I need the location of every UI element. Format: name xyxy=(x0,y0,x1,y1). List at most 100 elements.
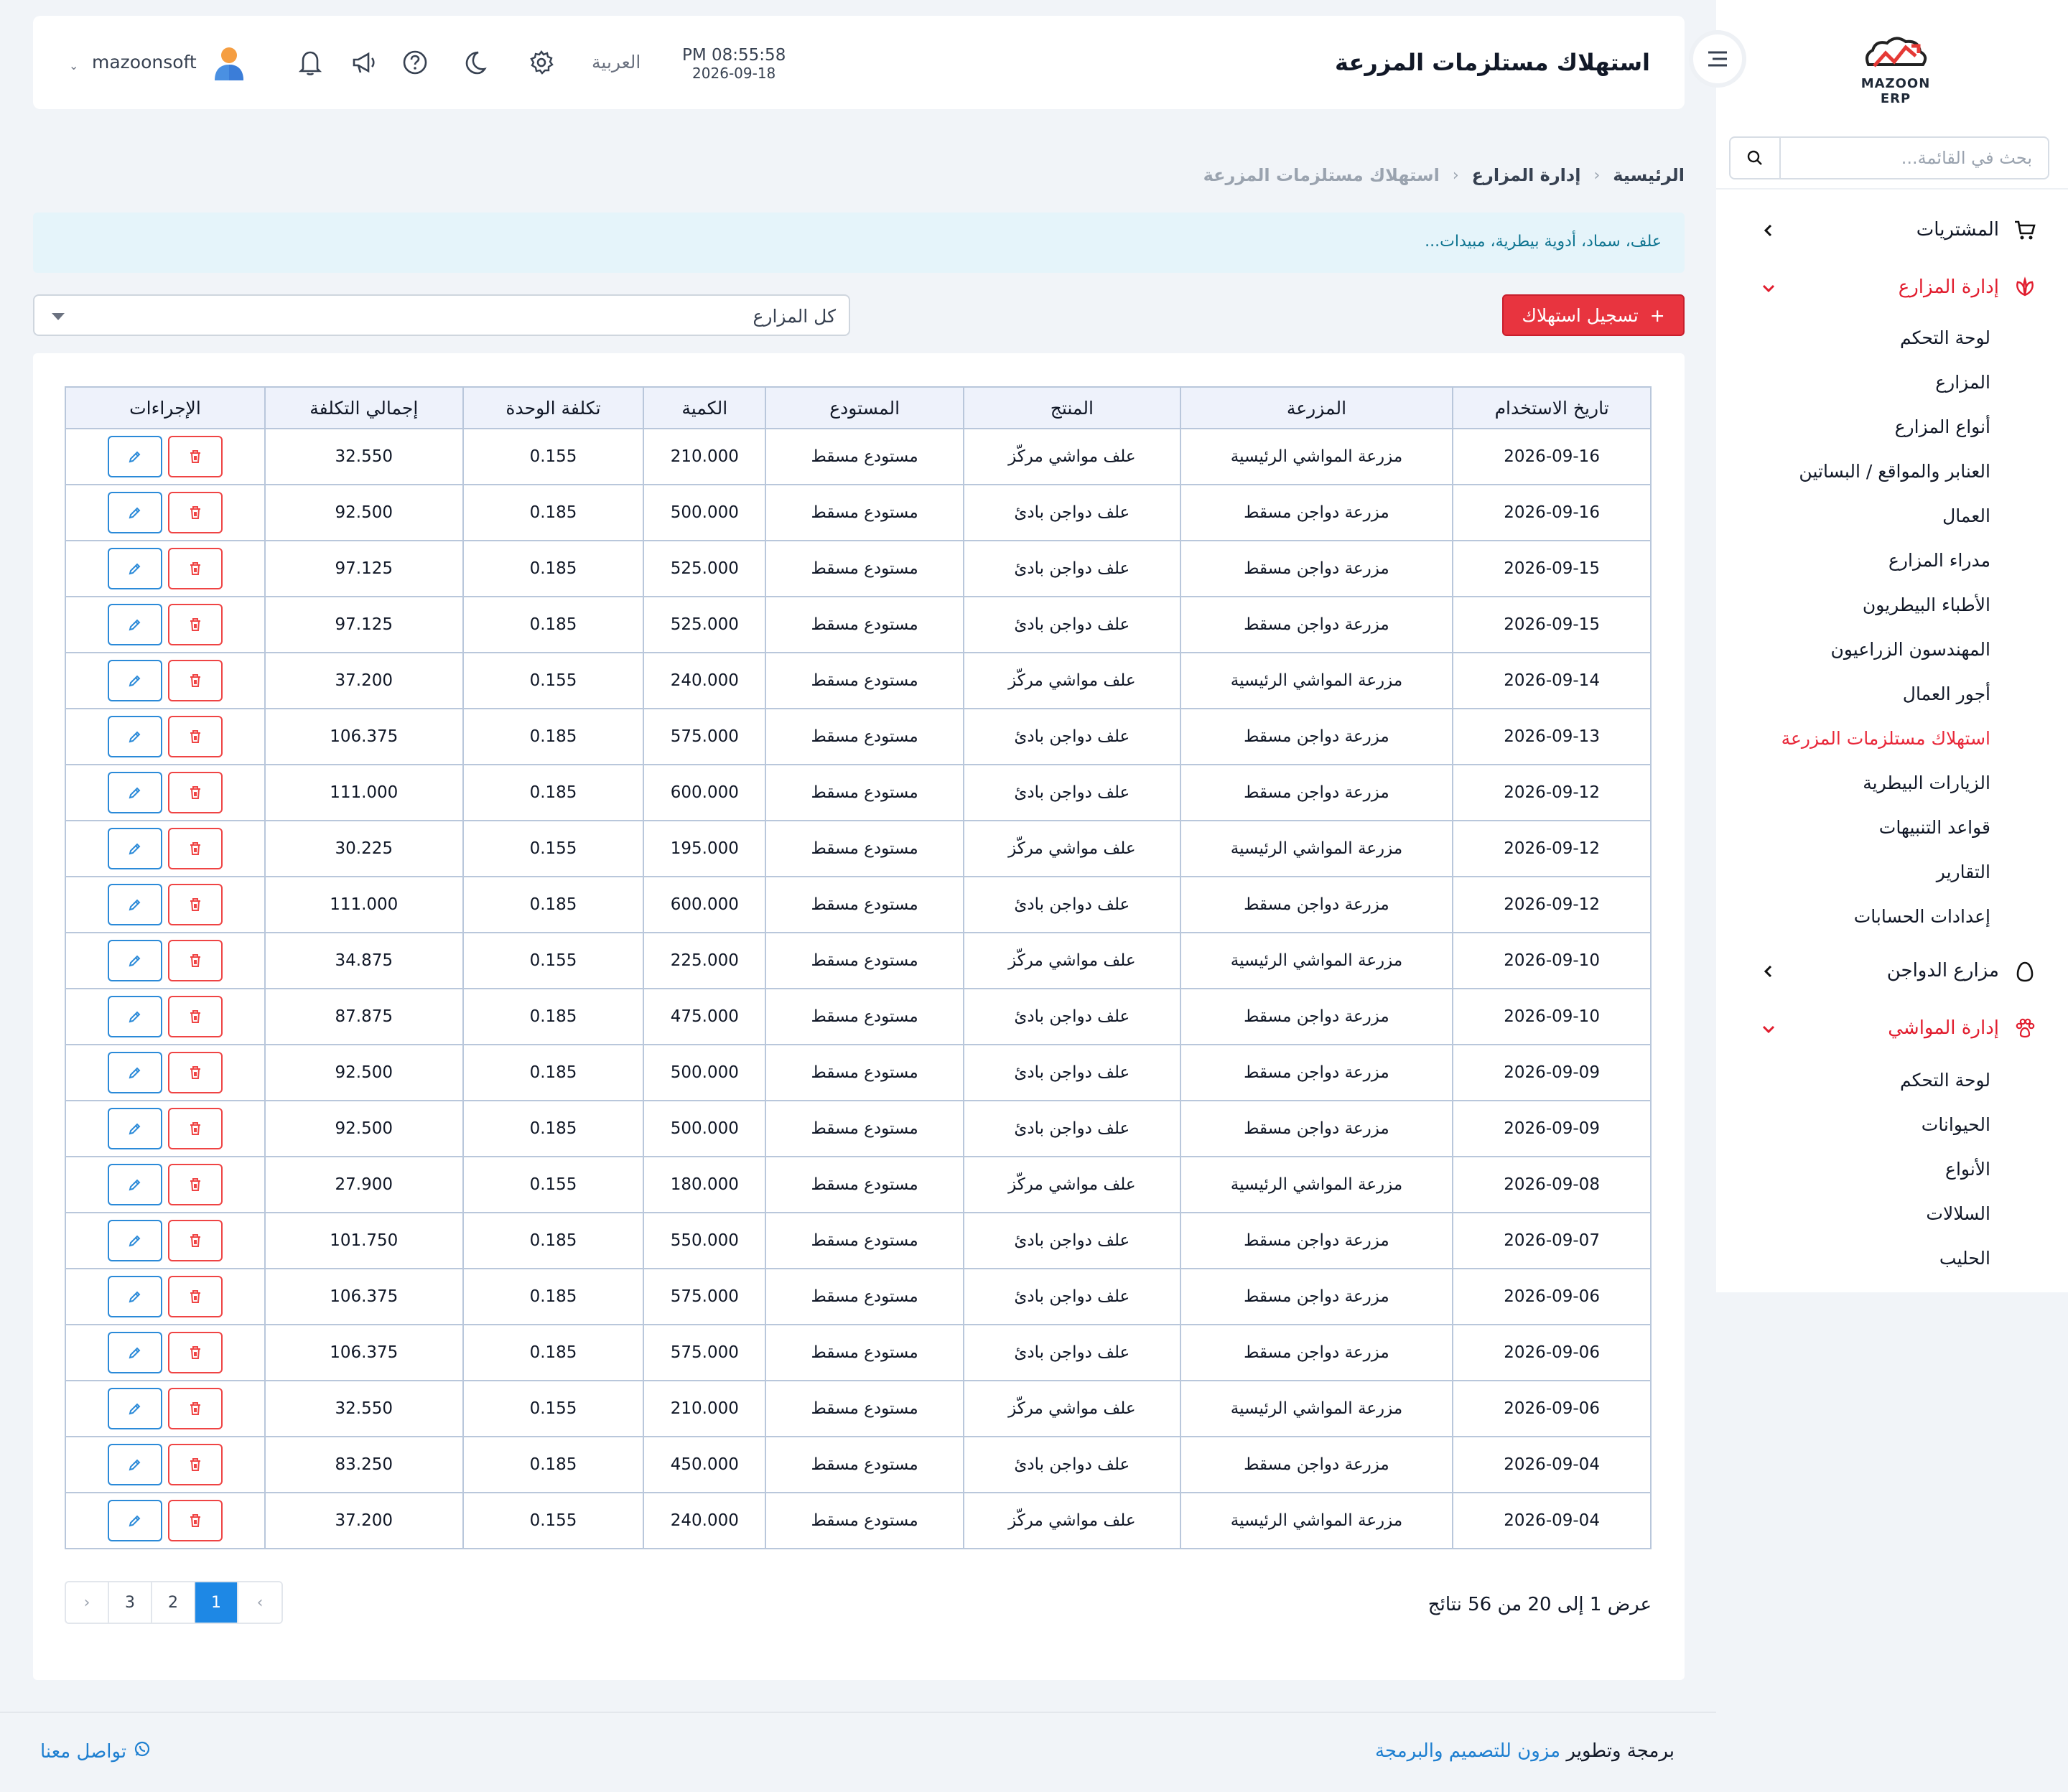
edit-button[interactable] xyxy=(107,996,162,1037)
brand-logo[interactable]: MAZOON ERP xyxy=(1853,33,1939,106)
clock-date: 2026-09-18 xyxy=(692,65,776,82)
sidebar-item-alert-rules[interactable]: قواعد التنبيهات xyxy=(1879,817,1990,838)
edit-button[interactable] xyxy=(107,660,162,701)
edit-button[interactable] xyxy=(107,1444,162,1485)
delete-button[interactable] xyxy=(167,716,223,757)
delete-button[interactable] xyxy=(167,1108,223,1149)
language-switch[interactable]: العربية xyxy=(592,52,641,73)
user-avatar[interactable] xyxy=(211,45,247,82)
edit-button[interactable] xyxy=(107,1276,162,1317)
sidebar-item-account-settings[interactable]: إعدادات الحسابات xyxy=(1854,906,1990,927)
delete-button[interactable] xyxy=(167,996,223,1037)
col-farm[interactable]: المزرعة xyxy=(1179,386,1454,429)
sidebar-item-supplies-consumption[interactable]: استهلاك مستلزمات المزرعة xyxy=(1781,728,1990,749)
page-2-button[interactable]: 2 xyxy=(152,1582,195,1623)
edit-button[interactable] xyxy=(107,1500,162,1541)
page-1-button[interactable]: 1 xyxy=(195,1582,238,1623)
delete-button[interactable] xyxy=(167,772,223,813)
username[interactable]: mazoonsoft xyxy=(92,52,197,73)
add-consumption-button[interactable]: + تسجيل استهلاك xyxy=(1502,294,1685,336)
edit-button[interactable] xyxy=(107,1332,162,1373)
contact-us-link[interactable]: تواصل معنا xyxy=(40,1740,151,1763)
edit-button[interactable] xyxy=(107,1164,162,1205)
edit-button[interactable] xyxy=(107,436,162,477)
edit-button[interactable] xyxy=(107,940,162,981)
edit-button[interactable] xyxy=(107,884,162,925)
delete-button[interactable] xyxy=(167,828,223,869)
sidebar-item-livestock-dashboard[interactable]: لوحة التحكم xyxy=(1900,1070,1990,1091)
sidebar-item-farm-dashboard[interactable]: لوحة التحكم xyxy=(1900,327,1990,348)
delete-button[interactable] xyxy=(167,436,223,477)
sidebar-item-milk[interactable]: الحليب xyxy=(1939,1248,1990,1269)
col-total-cost[interactable]: إجمالي التكلفة xyxy=(264,386,464,429)
chevron-down-icon[interactable]: ⌄ xyxy=(69,59,78,73)
pagination-prev[interactable]: ‹ xyxy=(238,1582,281,1623)
delete-button[interactable] xyxy=(167,1276,223,1317)
delete-button[interactable] xyxy=(167,1388,223,1429)
cell-quantity: 450.000 xyxy=(643,1436,767,1493)
sidebar-item-farm-types[interactable]: أنواع المزارع xyxy=(1895,416,1990,437)
delete-button[interactable] xyxy=(167,1500,223,1541)
cell-unit-cost: 0.185 xyxy=(462,988,645,1045)
edit-button[interactable] xyxy=(107,492,162,533)
sidebar-item-agronomists[interactable]: المهندسون الزراعيون xyxy=(1831,639,1991,660)
nav-group-farm-management[interactable]: إدارة المزارع xyxy=(1716,266,2068,309)
edit-button[interactable] xyxy=(107,1220,162,1261)
dark-mode-moon-icon[interactable] xyxy=(460,48,488,77)
delete-button[interactable] xyxy=(167,492,223,533)
delete-button[interactable] xyxy=(167,604,223,645)
sidebar-toggle-button[interactable] xyxy=(1689,30,1746,88)
sidebar-item-veterinarians[interactable]: الأطباء البيطريون xyxy=(1863,594,1990,615)
edit-button[interactable] xyxy=(107,716,162,757)
col-warehouse[interactable]: المستودع xyxy=(765,386,964,429)
menu-search-input[interactable] xyxy=(1781,138,2048,178)
col-unit-cost[interactable]: تكلفة الوحدة xyxy=(462,386,645,429)
sidebar-item-farms[interactable]: المزارع xyxy=(1935,372,1990,393)
sidebar-item-farm-managers[interactable]: مدراء المزارع xyxy=(1888,550,1990,571)
delete-button[interactable] xyxy=(167,884,223,925)
nav-group-poultry-farms[interactable]: مزارع الدواجن xyxy=(1716,949,2068,992)
page-3-button[interactable]: 3 xyxy=(109,1582,152,1623)
breadcrumb-home[interactable]: الرئيسية xyxy=(1613,165,1685,185)
sidebar-item-breeds[interactable]: السلالات xyxy=(1926,1203,1990,1224)
cell-usage-date: 2026-09-06 xyxy=(1452,1268,1652,1325)
farm-filter-select[interactable]: كل المزارع xyxy=(33,294,850,336)
nav-group-purchases[interactable]: المشتريات xyxy=(1716,208,2068,251)
delete-button[interactable] xyxy=(167,1332,223,1373)
sidebar-item-reports[interactable]: التقارير xyxy=(1937,862,1990,882)
menu-search[interactable] xyxy=(1729,136,2049,179)
delete-button[interactable] xyxy=(167,940,223,981)
delete-button[interactable] xyxy=(167,548,223,589)
edit-button[interactable] xyxy=(107,772,162,813)
sidebar-item-worker-wages[interactable]: أجور العمال xyxy=(1903,683,1990,704)
sidebar-item-animals[interactable]: الحيوانات xyxy=(1922,1114,1990,1135)
settings-gear-icon[interactable] xyxy=(527,48,556,77)
edit-button[interactable] xyxy=(107,604,162,645)
edit-button[interactable] xyxy=(107,828,162,869)
sidebar-item-vet-visits[interactable]: الزيارات البيطرية xyxy=(1863,773,1990,793)
breadcrumb-farm-management[interactable]: إدارة المزارع xyxy=(1472,165,1581,185)
notifications-bell-icon[interactable] xyxy=(296,48,325,77)
trash-icon xyxy=(190,674,200,687)
edit-button[interactable] xyxy=(107,1388,162,1429)
col-product[interactable]: المنتج xyxy=(963,386,1181,429)
delete-button[interactable] xyxy=(167,660,223,701)
footer-company-link[interactable]: مزون للتصميم والبرمجة xyxy=(1375,1740,1560,1762)
help-icon[interactable] xyxy=(401,48,429,77)
edit-button[interactable] xyxy=(107,1052,162,1093)
search-icon[interactable] xyxy=(1731,138,1781,178)
delete-button[interactable] xyxy=(167,1444,223,1485)
col-usage-date[interactable]: تاريخ الاستخدام xyxy=(1452,386,1652,429)
pagination-next[interactable]: › xyxy=(66,1582,109,1623)
delete-button[interactable] xyxy=(167,1164,223,1205)
col-quantity[interactable]: الكمية xyxy=(643,386,767,429)
announcement-megaphone-icon[interactable] xyxy=(350,48,379,77)
sidebar-item-species[interactable]: الأنواع xyxy=(1945,1159,1990,1180)
edit-button[interactable] xyxy=(107,1108,162,1149)
sidebar-item-wards-sites[interactable]: العنابر والمواقع / البساتين xyxy=(1799,461,1990,482)
nav-group-livestock-management[interactable]: إدارة المواشي xyxy=(1716,1007,2068,1050)
delete-button[interactable] xyxy=(167,1220,223,1261)
delete-button[interactable] xyxy=(167,1052,223,1093)
edit-button[interactable] xyxy=(107,548,162,589)
sidebar-item-workers[interactable]: العمال xyxy=(1942,505,1990,526)
